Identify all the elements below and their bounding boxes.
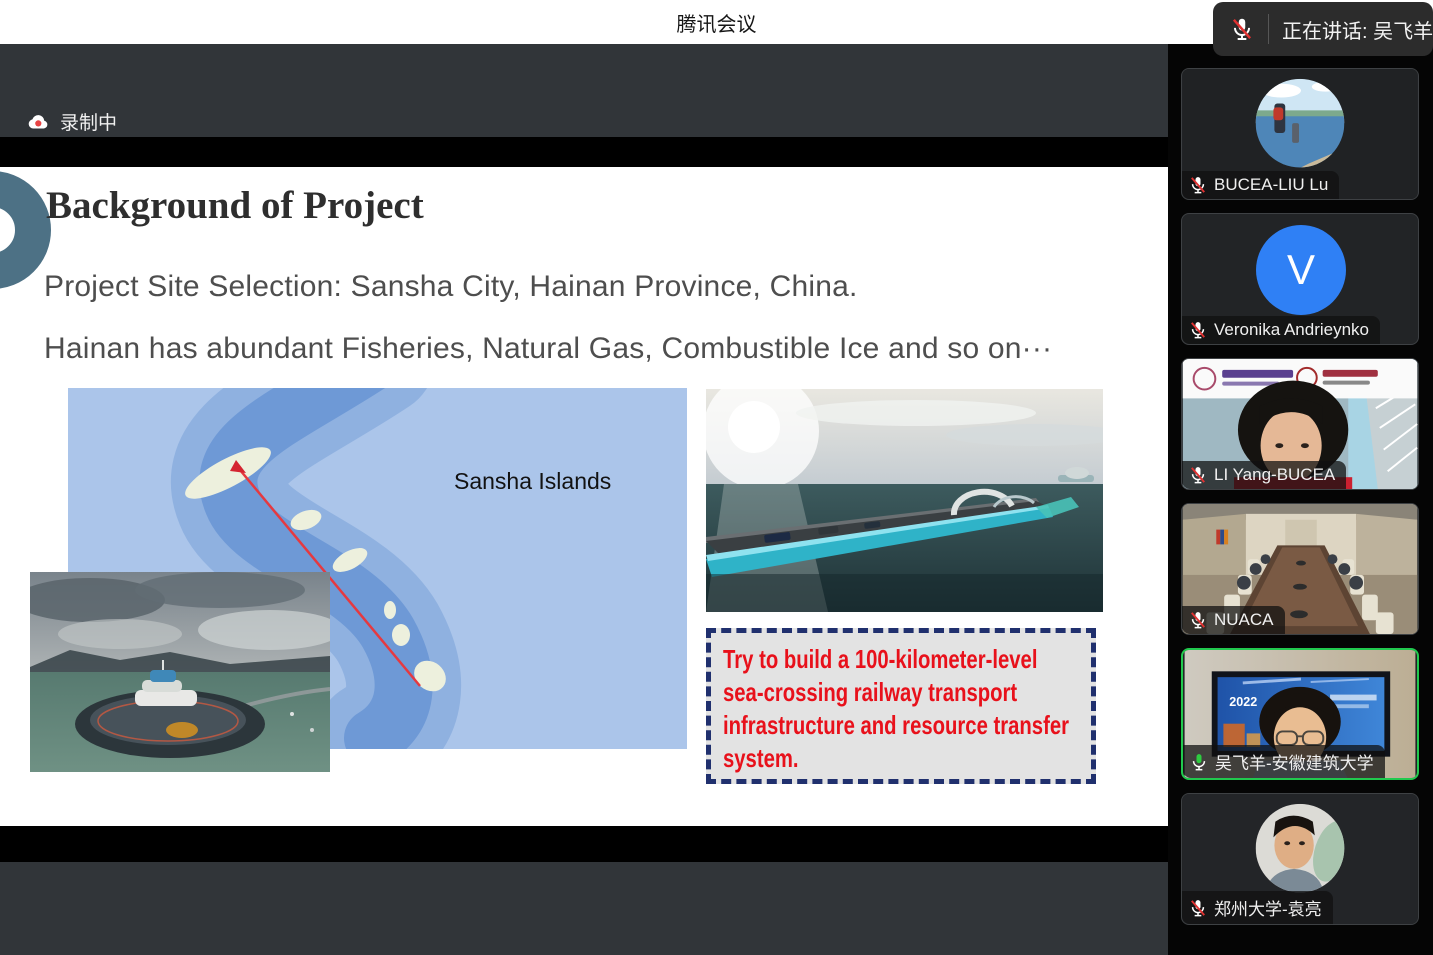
letterbox-top bbox=[0, 137, 1168, 167]
callout-line-2: sea-crossing railway transport bbox=[723, 676, 1001, 709]
participant-name: BUCEA-LIU Lu bbox=[1214, 175, 1328, 195]
letterbox-bottom bbox=[0, 826, 1168, 862]
participant-name-tag: NUACA bbox=[1182, 606, 1285, 634]
svg-text:2022: 2022 bbox=[1229, 695, 1257, 709]
app-title: 腾讯会议 bbox=[677, 8, 757, 37]
participant-tile-nuaca[interactable]: NUACA bbox=[1181, 503, 1419, 635]
recording-indicator: 录制中 bbox=[26, 108, 117, 135]
slide-title: Background of Project bbox=[46, 183, 424, 228]
participant-name-tag: BUCEA-LIU Lu bbox=[1182, 171, 1339, 199]
sea-railway-photo bbox=[706, 389, 1103, 612]
active-speaker-banner: 正在讲话: 吴飞羊-安徽建筑大学 bbox=[1213, 2, 1433, 56]
participant-name: LI Yang-BUCEA bbox=[1214, 465, 1335, 485]
mic-muted-icon bbox=[1188, 320, 1208, 340]
participant-name-tag: 吴飞羊-安徽建筑大学 bbox=[1183, 745, 1385, 778]
slide-body-line-1: Project Site Selection: Sansha City, Hai… bbox=[44, 270, 858, 304]
participant-name: Veronika Andrieynko bbox=[1214, 320, 1369, 340]
slide-body-line-2: Hainan has abundant Fisheries, Natural G… bbox=[44, 332, 1052, 366]
recording-label: 录制中 bbox=[60, 108, 117, 135]
participant-tile-bucea-liu-lu[interactable]: BUCEA-LIU Lu bbox=[1181, 68, 1419, 200]
mic-muted-icon bbox=[1188, 610, 1208, 630]
participants-sidebar: BUCEA-LIU Lu V Veronika Andrieynko bbox=[1168, 44, 1433, 955]
participant-name-tag: 郑州大学-袁亮 bbox=[1182, 891, 1333, 924]
participant-name: 吴飞羊-安徽建筑大学 bbox=[1215, 749, 1374, 774]
participant-name-tag: Veronika Andrieynko bbox=[1182, 316, 1380, 344]
participant-name: NUACA bbox=[1214, 610, 1274, 630]
active-speaker-label: 正在讲话: 吴飞羊-安徽建筑大学 bbox=[1282, 15, 1433, 44]
participant-tile-wu-feiyang[interactable]: 2022 吴飞羊-安徽建筑大学 bbox=[1181, 648, 1419, 780]
cloud-record-icon bbox=[26, 110, 50, 134]
mic-active-icon bbox=[1189, 752, 1209, 772]
mic-muted-icon bbox=[1188, 465, 1208, 485]
callout-box: Try to build a 100-kilometer-level sea-c… bbox=[706, 628, 1096, 784]
mic-muted-icon bbox=[1188, 175, 1208, 195]
mic-muted-icon bbox=[1188, 898, 1208, 918]
letter-avatar: V bbox=[1256, 225, 1346, 315]
callout-line-1: Try to build a 100-kilometer-level bbox=[723, 643, 1001, 676]
map-label: Sansha Islands bbox=[454, 468, 611, 495]
participant-name-tag: LI Yang-BUCEA bbox=[1182, 461, 1346, 489]
callout-line-4: system. bbox=[723, 742, 1001, 775]
participant-tile-yuan-liang[interactable]: 郑州大学-袁亮 bbox=[1181, 793, 1419, 925]
meeting-window: 腾讯会议 正在讲话: 吴飞羊-安徽建筑大学 录制中 Background of … bbox=[0, 0, 1433, 955]
mic-muted-icon bbox=[1229, 16, 1255, 42]
participant-tile-li-yang[interactable]: LI Yang-BUCEA bbox=[1181, 358, 1419, 490]
presentation-slide: Background of Project Project Site Selec… bbox=[0, 167, 1168, 826]
banner-divider bbox=[1268, 14, 1269, 44]
screen-share-stage: 录制中 Background of Project Project Site S… bbox=[0, 44, 1168, 955]
callout-line-3: infrastructure and resource transfer bbox=[723, 709, 1001, 742]
island-photo bbox=[30, 572, 330, 772]
participant-name: 郑州大学-袁亮 bbox=[1214, 895, 1322, 920]
participant-tile-veronika[interactable]: V Veronika Andrieynko bbox=[1181, 213, 1419, 345]
